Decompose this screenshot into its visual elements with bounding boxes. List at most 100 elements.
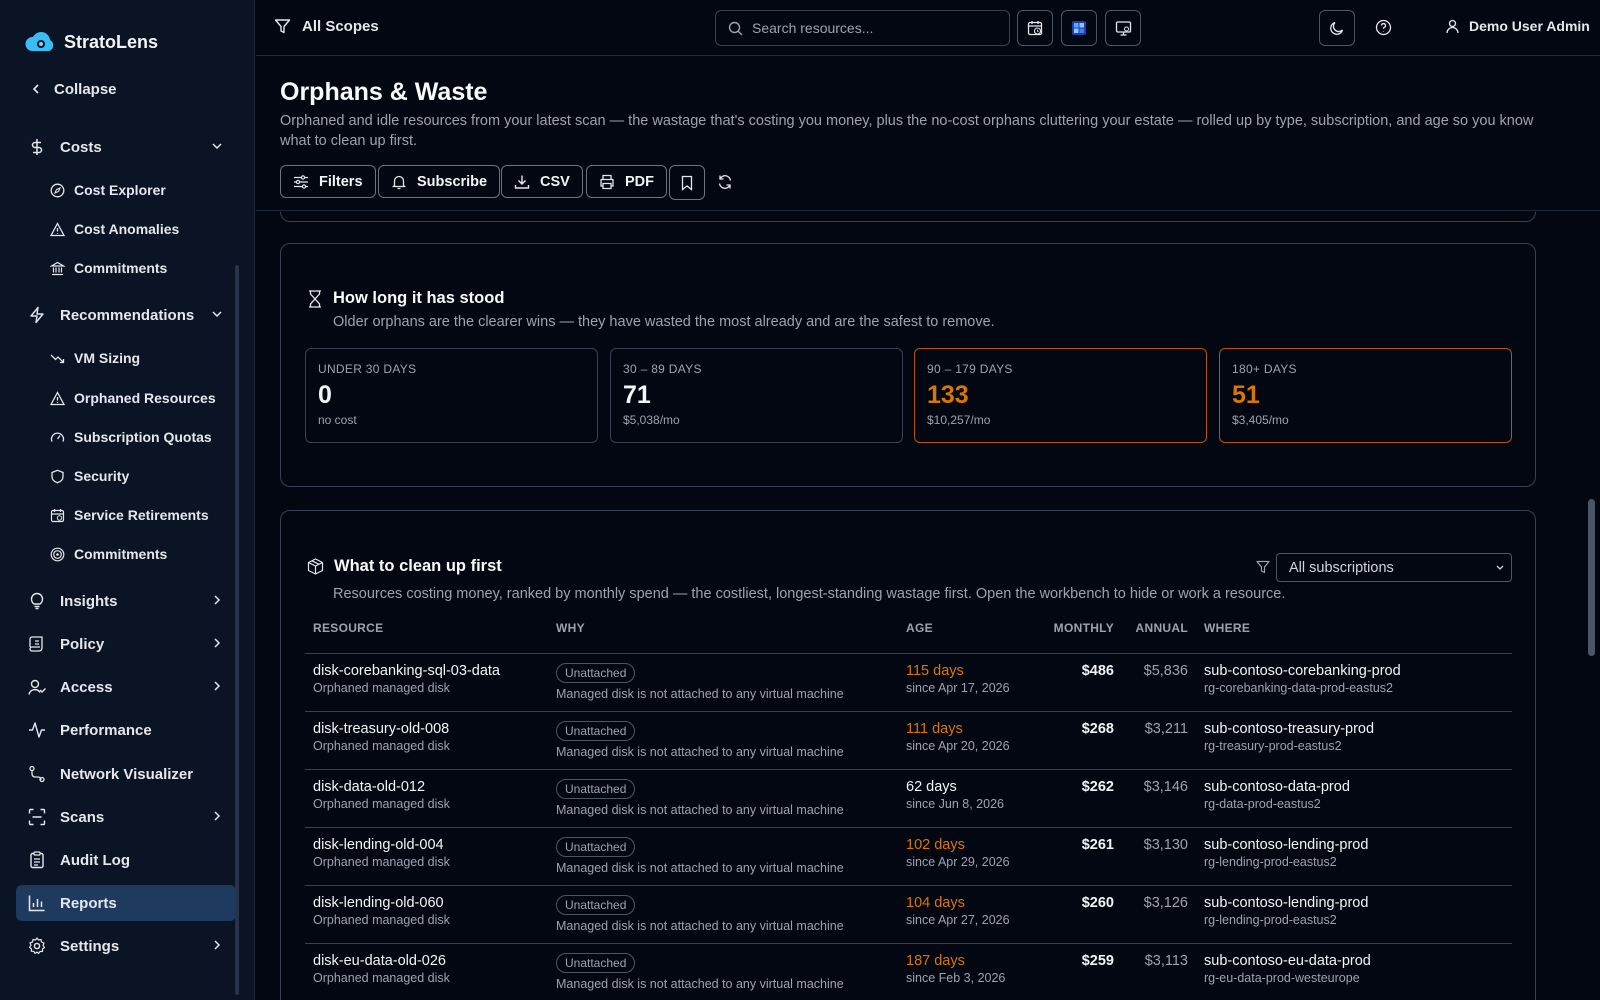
nav-costs[interactable]: Costs xyxy=(16,129,236,165)
nav-performance[interactable]: Performance xyxy=(16,712,236,748)
search-box[interactable] xyxy=(715,10,1010,46)
nav-scans[interactable]: Scans xyxy=(16,799,236,835)
csv-export-button[interactable]: CSV xyxy=(501,165,583,198)
main-scrollbar-thumb[interactable] xyxy=(1588,499,1595,656)
age-days: 62 days xyxy=(906,778,957,795)
resource-name[interactable]: disk-treasury-old-008 xyxy=(313,721,540,737)
age-bucket-30-89[interactable]: 30 – 89 DAYS 71 $5,038/mo xyxy=(610,348,903,443)
resource-name[interactable]: disk-data-old-012 xyxy=(313,779,540,795)
printer-icon xyxy=(599,174,615,190)
cleanup-card: What to clean up first Resources costing… xyxy=(280,510,1536,1000)
table-row[interactable]: disk-eu-data-old-026 Orphaned managed dis… xyxy=(305,942,1512,1000)
nav-label: Commitments xyxy=(74,260,168,276)
refresh-button[interactable] xyxy=(717,174,733,190)
azure-portal-button[interactable] xyxy=(1061,10,1097,46)
nav-cost-anomalies[interactable]: Cost Anomalies xyxy=(50,214,179,244)
table-row[interactable]: disk-corebanking-sql-03-data Orphaned man… xyxy=(305,652,1512,711)
nav-service-retirements[interactable]: Service Retirements xyxy=(50,500,209,530)
age-since: since Apr 17, 2026 xyxy=(906,680,1010,695)
nav-commitments-costs[interactable]: Commitments xyxy=(50,253,167,283)
subscription-select[interactable]: All subscriptions xyxy=(1276,553,1512,582)
collapse-button[interactable]: Collapse xyxy=(30,78,117,100)
why-text: Managed disk is not attached to any virt… xyxy=(556,976,844,991)
nav-label: Performance xyxy=(60,721,152,739)
age-bucket-label: UNDER 30 DAYS xyxy=(318,362,417,376)
age-since: since Jun 8, 2026 xyxy=(906,796,1004,811)
age-bucket-label: 180+ DAYS xyxy=(1232,362,1297,376)
pdf-export-button[interactable]: PDF xyxy=(586,165,667,198)
nav-cost-explorer[interactable]: Cost Explorer xyxy=(50,175,166,205)
nav-settings[interactable]: Settings xyxy=(16,928,236,964)
bookmark-button[interactable] xyxy=(669,165,705,200)
age-days: 187 days xyxy=(906,952,965,969)
nav-recommendations[interactable]: Recommendations xyxy=(16,297,236,333)
search-input[interactable] xyxy=(752,20,992,36)
page-title: Orphans & Waste xyxy=(280,78,488,106)
subscription-name: sub-contoso-corebanking-prod xyxy=(1204,662,1401,679)
nav-orphaned-resources[interactable]: Orphaned Resources xyxy=(50,383,216,413)
cleanup-card-subtitle: Resources costing money, ranked by month… xyxy=(333,586,1286,602)
resource-name[interactable]: disk-corebanking-sql-03-data xyxy=(313,663,540,679)
theme-toggle-button[interactable] xyxy=(1319,10,1355,46)
nav-vm-sizing[interactable]: VM Sizing xyxy=(50,343,140,373)
nav-label: Recommendations xyxy=(60,306,195,324)
col-header-age[interactable]: AGE xyxy=(898,621,1026,653)
col-header-annual[interactable]: ANNUAL xyxy=(1122,621,1196,653)
col-header-why[interactable]: WHY xyxy=(548,621,898,653)
schedule-button[interactable] xyxy=(1017,10,1053,46)
help-button[interactable] xyxy=(1375,19,1392,36)
age-bucket-under-30[interactable]: UNDER 30 DAYS 0 no cost xyxy=(305,348,598,443)
lightbulb-icon xyxy=(28,592,46,610)
age-bucket-90-179[interactable]: 90 – 179 DAYS 133 $10,257/mo xyxy=(914,348,1207,443)
download-icon xyxy=(514,174,530,190)
nav-subscription-quotas[interactable]: Subscription Quotas xyxy=(50,422,212,452)
table-row[interactable]: disk-lending-old-060 Orphaned managed dis… xyxy=(305,884,1512,943)
subscribe-button[interactable]: Subscribe xyxy=(378,165,501,198)
resource-name[interactable]: disk-lending-old-060 xyxy=(313,895,540,911)
col-header-monthly[interactable]: MONTHLY xyxy=(1026,621,1122,653)
col-header-resource[interactable]: RESOURCE xyxy=(305,621,548,653)
scopes-filter-button[interactable]: All Scopes xyxy=(274,18,379,35)
display-settings-button[interactable] xyxy=(1105,10,1141,46)
age-bucket-cost: no cost xyxy=(318,413,357,427)
nav-policy[interactable]: Policy xyxy=(16,626,236,662)
resource-name[interactable]: disk-lending-old-004 xyxy=(313,837,540,853)
annual-cost: $3,126 xyxy=(1122,884,1196,943)
nav-audit-log[interactable]: Audit Log xyxy=(16,842,236,878)
cloud-logo-icon xyxy=(24,29,56,55)
target-icon xyxy=(50,547,65,562)
azure-logo-icon xyxy=(1070,19,1088,37)
main-content: How long it has stood Older orphans are … xyxy=(256,212,1586,1000)
table-row[interactable]: disk-data-old-012 Orphaned managed disk U… xyxy=(305,768,1512,827)
monthly-cost: $486 xyxy=(1026,652,1122,711)
resource-type: Orphaned managed disk xyxy=(313,854,450,869)
table-row[interactable]: disk-treasury-old-008 Orphaned managed di… xyxy=(305,710,1512,769)
age-bucket-180-plus[interactable]: 180+ DAYS 51 $3,405/mo xyxy=(1219,348,1512,443)
nav-insights[interactable]: Insights xyxy=(16,583,236,619)
nav-access[interactable]: Access xyxy=(16,669,236,705)
main-scrollbar[interactable] xyxy=(1587,212,1596,1000)
gear-icon xyxy=(28,937,46,955)
filters-button[interactable]: Filters xyxy=(280,165,376,198)
compass-icon xyxy=(50,183,65,198)
collapse-label: Collapse xyxy=(54,80,117,98)
resource-group: rg-lending-prod-eastus2 xyxy=(1204,854,1337,869)
user-menu[interactable]: Demo User Admin xyxy=(1445,18,1590,34)
monthly-cost: $268 xyxy=(1026,710,1122,769)
nav-network-visualizer[interactable]: Network Visualizer xyxy=(16,756,236,792)
scopes-label: All Scopes xyxy=(302,18,379,35)
nav-reports[interactable]: Reports xyxy=(16,885,236,921)
resource-name[interactable]: disk-eu-data-old-026 xyxy=(313,953,540,969)
resource-group: rg-corebanking-data-prod-eastus2 xyxy=(1204,680,1393,695)
package-icon xyxy=(307,558,324,575)
nav-security[interactable]: Security xyxy=(50,461,129,491)
nav-commitments-recs[interactable]: Commitments xyxy=(50,539,167,569)
status-badge: Unattached xyxy=(556,952,636,973)
col-header-where[interactable]: WHERE xyxy=(1196,621,1512,653)
age-bucket-count: 133 xyxy=(927,381,969,409)
sidebar-scrollbar[interactable] xyxy=(235,265,239,995)
brand[interactable]: StratoLens xyxy=(24,29,158,55)
table-row[interactable]: disk-lending-old-004 Orphaned managed dis… xyxy=(305,826,1512,885)
csv-label: CSV xyxy=(540,173,570,190)
nav-label: Access xyxy=(60,678,113,696)
